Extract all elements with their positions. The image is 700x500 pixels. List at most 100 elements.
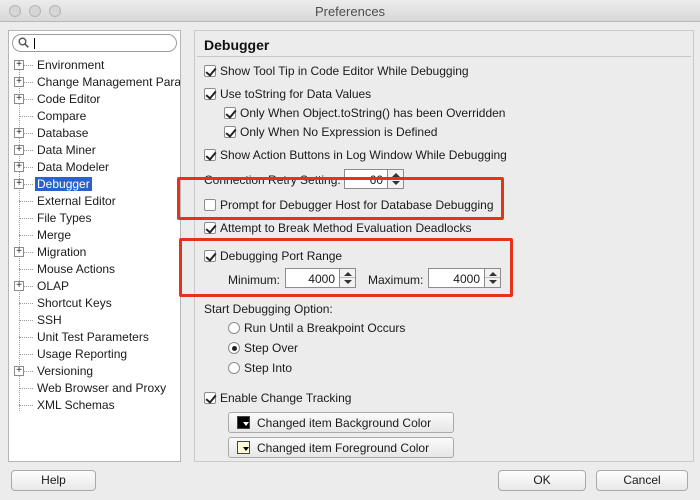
tree-item[interactable]: + Debugger bbox=[9, 176, 180, 193]
change-tracking-label: Enable Change Tracking bbox=[220, 391, 352, 405]
tree-item-label: Data Modeler bbox=[37, 160, 110, 174]
expand-icon[interactable]: + bbox=[14, 162, 24, 172]
help-button[interactable]: Help bbox=[11, 470, 96, 491]
preferences-window: Preferences + Environment + Change Manageme… bbox=[0, 0, 700, 500]
window-title: Preferences bbox=[314, 4, 386, 19]
tree-item-label: Usage Reporting bbox=[37, 347, 128, 361]
tree-item-label: Unit Test Parameters bbox=[37, 330, 149, 344]
tree-connector-line bbox=[19, 116, 33, 117]
use-tostring-label: Use toString for Data Values bbox=[220, 87, 372, 101]
tree-item[interactable]: + Environment bbox=[9, 57, 180, 74]
tree-connector-line bbox=[19, 320, 33, 321]
tree-connector-line bbox=[19, 337, 33, 338]
tree-item-label: File Types bbox=[37, 211, 92, 225]
tree-item[interactable]: + Versioning bbox=[9, 363, 180, 380]
tree-item[interactable]: Shortcut Keys bbox=[9, 295, 180, 312]
expand-icon[interactable]: + bbox=[14, 366, 24, 376]
run-until-breakpoint-radio[interactable] bbox=[228, 322, 240, 334]
tree-item-label: Environment bbox=[37, 58, 105, 72]
tree-item-label: SSH bbox=[37, 313, 62, 327]
expand-icon[interactable]: + bbox=[14, 128, 24, 138]
tree-item[interactable]: SSH bbox=[9, 312, 180, 329]
tree-item[interactable]: External Editor bbox=[9, 193, 180, 210]
tree-item-label: Database bbox=[37, 126, 89, 140]
background-color-button-label: Changed item Background Color bbox=[257, 416, 432, 430]
tree-connector-line bbox=[19, 303, 33, 304]
tree-item[interactable]: Merge bbox=[9, 227, 180, 244]
search-input[interactable] bbox=[12, 34, 177, 52]
tree-item[interactable]: Compare bbox=[9, 108, 180, 125]
expand-icon[interactable]: + bbox=[14, 60, 24, 70]
tree-item-label: Versioning bbox=[37, 364, 94, 378]
tree-item[interactable]: + Migration bbox=[9, 244, 180, 261]
expand-icon[interactable]: + bbox=[14, 77, 24, 87]
only-when-no-expression-checkbox[interactable] bbox=[224, 126, 236, 138]
tree-connector-line bbox=[19, 235, 33, 236]
expand-icon[interactable]: + bbox=[14, 247, 24, 257]
use-tostring-checkbox[interactable] bbox=[204, 88, 216, 100]
tree-item-label: Mouse Actions bbox=[37, 262, 116, 276]
background-color-button[interactable]: Changed item Background Color bbox=[228, 412, 454, 433]
only-when-overridden-checkbox[interactable] bbox=[224, 107, 236, 119]
tree-item[interactable]: + Data Miner bbox=[9, 142, 180, 159]
run-until-breakpoint-label: Run Until a Breakpoint Occurs bbox=[244, 321, 406, 335]
tree-item-label: External Editor bbox=[37, 194, 116, 208]
tree-connector-line bbox=[19, 354, 33, 355]
search-icon bbox=[18, 37, 29, 48]
tree-item-label: Change Management Param bbox=[37, 75, 180, 89]
tree-item[interactable]: + OLAP bbox=[9, 278, 180, 295]
title-bar: Preferences bbox=[0, 0, 700, 22]
ok-button[interactable]: OK bbox=[498, 470, 586, 491]
tree-connector-line bbox=[19, 201, 33, 202]
attempt-break-label: Attempt to Break Method Evaluation Deadl… bbox=[220, 221, 472, 235]
show-tooltip-label: Show Tool Tip in Code Editor While Debug… bbox=[220, 64, 469, 78]
debugger-settings-panel: Debugger Show Tool Tip in Code Editor Wh… bbox=[177, 30, 694, 462]
tree-item-label: Compare bbox=[37, 109, 87, 123]
tree-item[interactable]: XML Schemas bbox=[9, 397, 180, 414]
show-action-buttons-checkbox[interactable] bbox=[204, 149, 216, 161]
tree-item-label: XML Schemas bbox=[37, 398, 115, 412]
tree-connector-line bbox=[19, 405, 33, 406]
tree-item[interactable]: + Database bbox=[9, 125, 180, 142]
expand-icon[interactable]: + bbox=[14, 94, 24, 104]
tree-item[interactable]: + Data Modeler bbox=[9, 159, 180, 176]
tree-item[interactable]: Mouse Actions bbox=[9, 261, 180, 278]
tree-item-label: Web Browser and Proxy bbox=[37, 381, 167, 395]
only-when-overridden-label: Only When Object.toString() has been Ove… bbox=[240, 106, 506, 120]
step-over-label: Step Over bbox=[244, 341, 299, 355]
foreground-color-button[interactable]: Changed item Foreground Color bbox=[228, 437, 454, 458]
tree-item-label: Debugger bbox=[35, 177, 92, 191]
change-tracking-checkbox[interactable] bbox=[204, 392, 216, 404]
cancel-button[interactable]: Cancel bbox=[596, 470, 688, 491]
tree-item-label: Merge bbox=[37, 228, 72, 242]
tree-item-label: Shortcut Keys bbox=[37, 296, 112, 310]
dropdown-arrow-icon bbox=[243, 422, 249, 426]
tree-item[interactable]: Usage Reporting bbox=[9, 346, 180, 363]
tree-item[interactable]: Unit Test Parameters bbox=[9, 329, 180, 346]
show-action-buttons-label: Show Action Buttons in Log Window While … bbox=[220, 148, 507, 162]
step-into-label: Step Into bbox=[244, 361, 293, 375]
tree-item-label: OLAP bbox=[37, 279, 70, 293]
step-into-radio[interactable] bbox=[228, 362, 240, 374]
tree-connector-line bbox=[19, 218, 33, 219]
step-over-radio[interactable] bbox=[228, 342, 240, 354]
tree-item[interactable]: + Change Management Param bbox=[9, 74, 180, 91]
tree-item[interactable]: File Types bbox=[9, 210, 180, 227]
highlight-box-port-range bbox=[179, 238, 513, 297]
page-title: Debugger bbox=[204, 37, 270, 53]
show-tooltip-checkbox[interactable] bbox=[204, 65, 216, 77]
tree-connector-line bbox=[19, 388, 33, 389]
tree-item-label: Data Miner bbox=[37, 143, 96, 157]
expand-icon[interactable]: + bbox=[14, 179, 24, 189]
dropdown-arrow-icon bbox=[243, 447, 249, 451]
tree-item[interactable]: + Code Editor bbox=[9, 91, 180, 108]
tree-item[interactable]: Web Browser and Proxy bbox=[9, 380, 180, 397]
title-divider bbox=[197, 56, 691, 57]
tree-connector-line bbox=[19, 269, 33, 270]
category-panel: + Environment + Change Management Param + Cod… bbox=[8, 30, 181, 462]
expand-icon[interactable]: + bbox=[14, 281, 24, 291]
attempt-break-checkbox[interactable] bbox=[204, 222, 216, 234]
tree-item-label: Migration bbox=[37, 245, 87, 259]
category-tree[interactable]: + Environment + Change Management Param + Cod… bbox=[9, 57, 180, 461]
expand-icon[interactable]: + bbox=[14, 145, 24, 155]
